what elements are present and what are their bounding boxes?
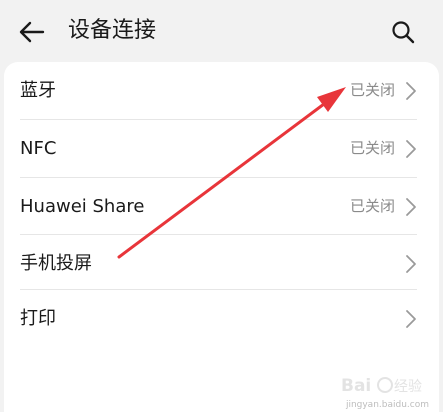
chevron-right-icon: [406, 255, 416, 273]
settings-row-print[interactable]: 打印: [4, 290, 439, 347]
search-button[interactable]: [385, 14, 421, 50]
settings-row-nfc[interactable]: NFC 已关闭: [4, 120, 439, 177]
settings-card: 蓝牙 已关闭 NFC 已关闭 Huawei Share 已关闭 手机投屏 打印: [4, 62, 439, 412]
setting-label: NFC: [20, 138, 57, 159]
svg-text:经验: 经验: [394, 379, 422, 395]
chevron-right-icon: [406, 198, 416, 216]
baidu-watermark-icon: Bai 经验: [341, 376, 422, 396]
setting-status: 已关闭: [349, 197, 395, 215]
page-title: 设备连接: [68, 18, 157, 43]
settings-row-bluetooth[interactable]: 蓝牙 已关闭: [4, 62, 439, 119]
app-header: 设备连接: [0, 0, 443, 62]
settings-row-screen-projection[interactable]: 手机投屏: [4, 235, 439, 292]
search-icon: [392, 21, 415, 44]
watermark-url: jingyan.baidu.com: [345, 400, 429, 410]
back-arrow-icon: [19, 21, 45, 43]
chevron-right-icon: [406, 82, 416, 100]
svg-text:Bai: Bai: [341, 376, 371, 396]
setting-label: 蓝牙: [20, 80, 56, 101]
setting-status: 已关闭: [349, 139, 395, 157]
setting-status: 已关闭: [349, 81, 395, 99]
setting-label: 手机投屏: [20, 253, 92, 274]
setting-label: 打印: [20, 308, 56, 329]
settings-row-huawei-share[interactable]: Huawei Share 已关闭: [4, 178, 439, 235]
back-button[interactable]: [14, 14, 50, 50]
setting-label: Huawei Share: [20, 196, 145, 217]
chevron-right-icon: [406, 140, 416, 158]
chevron-right-icon: [406, 310, 416, 328]
